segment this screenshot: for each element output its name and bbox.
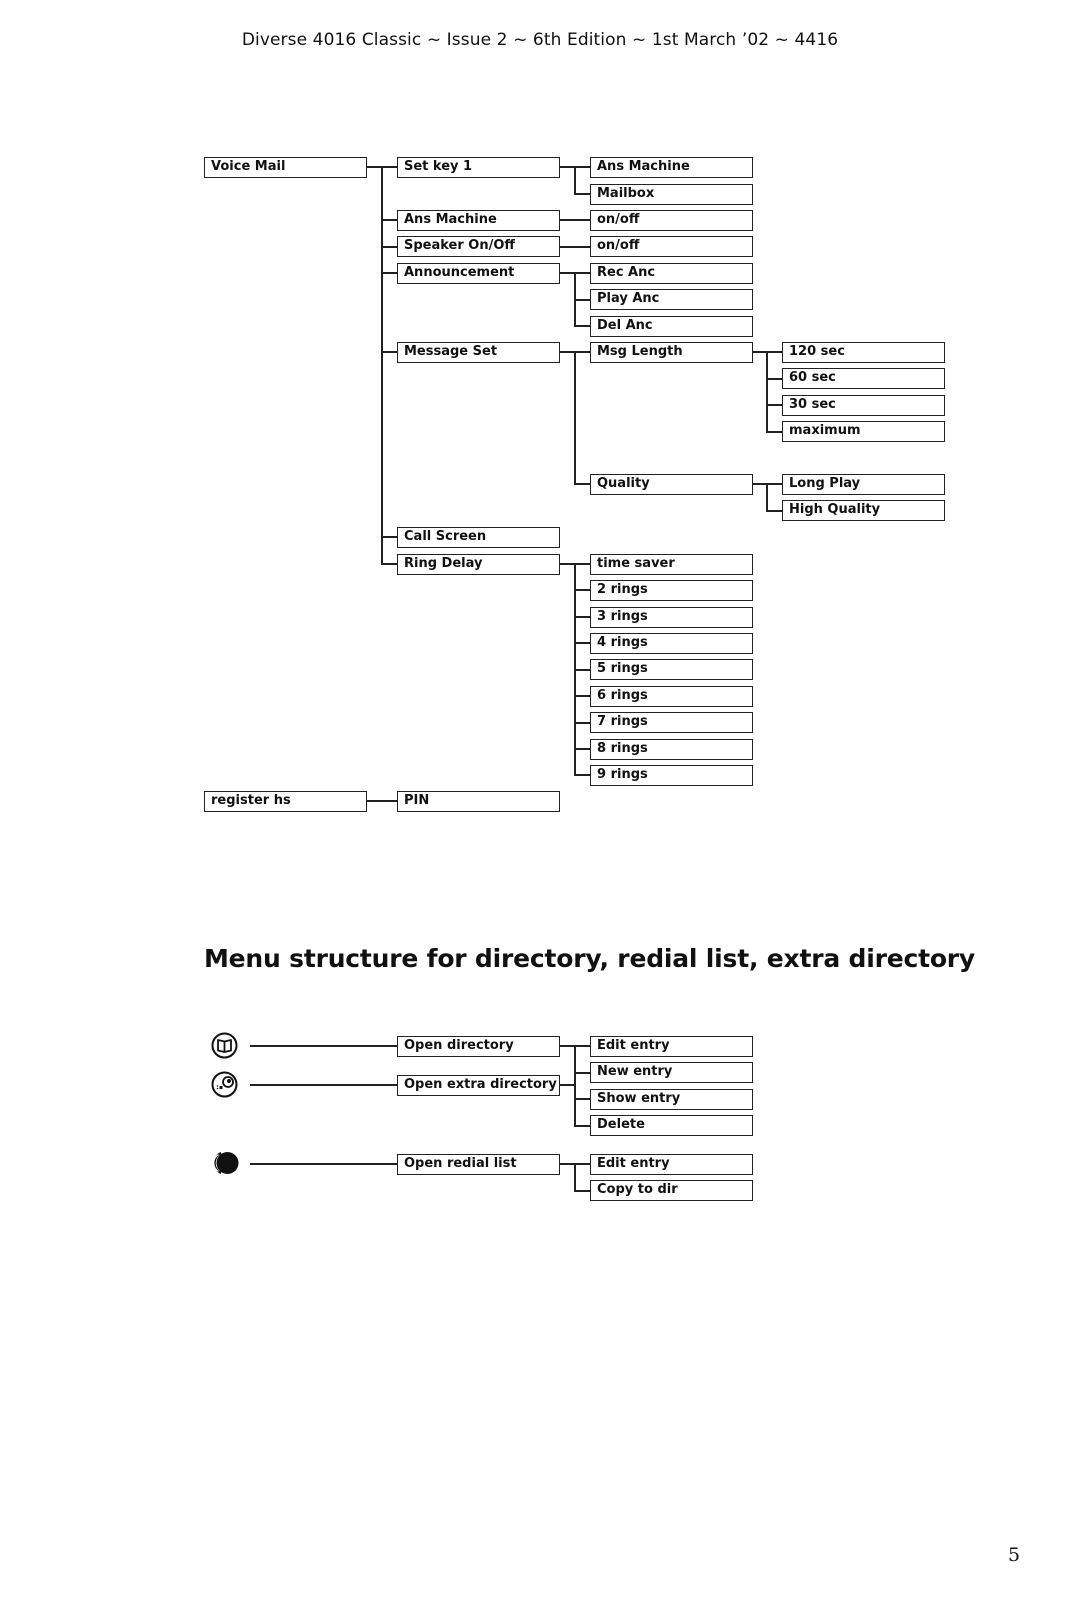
- trunk-line: [574, 166, 576, 194]
- menu-box-3-rings: 3 rings: [590, 607, 753, 628]
- connector-line: [574, 483, 590, 485]
- menu-box-msg-length: Msg Length: [590, 342, 753, 363]
- connector-line: [381, 351, 397, 353]
- menu-box-show-entry: Show entry: [590, 1089, 753, 1110]
- menu-box-edit-entry: Edit entry: [590, 1036, 753, 1057]
- menu-box-30-sec: 30 sec: [782, 395, 945, 416]
- menu-box-high-quality: High Quality: [782, 500, 945, 521]
- menu-box-call-screen: Call Screen: [397, 527, 560, 548]
- connector-line: [574, 722, 590, 724]
- connector-line: [766, 510, 782, 512]
- menu-box-open-redial-list: Open redial list: [397, 1154, 560, 1175]
- menu-box-del-anc: Del Anc: [590, 316, 753, 337]
- connector-line: [560, 246, 590, 248]
- menu-box-register-hs: register hs: [204, 791, 367, 812]
- connector-line: [574, 1125, 590, 1127]
- menu-box-4-rings: 4 rings: [590, 633, 753, 654]
- trunk-line: [766, 351, 768, 432]
- directory-book-icon: [211, 1032, 238, 1059]
- connector-line: [766, 404, 782, 406]
- connector-line: [766, 431, 782, 433]
- connector-line: [574, 325, 590, 327]
- menu-box-rec-anc: Rec Anc: [590, 263, 753, 284]
- menu-box-speaker-on-off-option: on/off: [590, 236, 753, 257]
- connector-line: [574, 774, 590, 776]
- redial-icon: [213, 1152, 239, 1174]
- connector-line: [381, 563, 397, 565]
- connector-line: [574, 616, 590, 618]
- extra-directory-icon: [211, 1071, 238, 1098]
- connector-line: [560, 219, 590, 221]
- trunk-line: [574, 1163, 576, 1191]
- connector-line: [574, 589, 590, 591]
- page-number: 5: [1008, 1544, 1021, 1566]
- menu-box-open-directory: Open directory: [397, 1036, 560, 1057]
- connector-line: [381, 246, 397, 248]
- menu-box-maximum: maximum: [782, 421, 945, 442]
- menu-box-voice-mail: Voice Mail: [204, 157, 367, 178]
- connector-line: [574, 1098, 590, 1100]
- menu-box-pin: PIN: [397, 791, 560, 812]
- menu-box-120-sec: 120 sec: [782, 342, 945, 363]
- menu-box-ring-delay: Ring Delay: [397, 554, 560, 575]
- menu-box-ans-machine: Ans Machine: [397, 210, 560, 231]
- menu-box-redial-edit-entry: Edit entry: [590, 1154, 753, 1175]
- menu-box-5-rings: 5 rings: [590, 659, 753, 680]
- menu-box-8-rings: 8 rings: [590, 739, 753, 760]
- menu-box-7-rings: 7 rings: [590, 712, 753, 733]
- connector-line: [367, 800, 397, 802]
- menu-box-message-set: Message Set: [397, 342, 560, 363]
- menu-box-60-sec: 60 sec: [782, 368, 945, 389]
- connector-line: [381, 219, 397, 221]
- menu-box-time-saver: time saver: [590, 554, 753, 575]
- connector-line: [574, 1190, 590, 1192]
- document-header: Diverse 4016 Classic ~ Issue 2 ~ 6th Edi…: [241, 30, 839, 50]
- connector-line: [574, 642, 590, 644]
- menu-box-delete: Delete: [590, 1115, 753, 1136]
- connector-line: [560, 1084, 575, 1086]
- trunk-line: [574, 351, 576, 485]
- connector-line: [574, 695, 590, 697]
- menu-box-ans-machine-on-off: on/off: [590, 210, 753, 231]
- menu-box-set-key-ans-machine: Ans Machine: [590, 157, 753, 178]
- trunk-line: [574, 1045, 576, 1126]
- trunk-line: [766, 483, 768, 511]
- menu-box-play-anc: Play Anc: [590, 289, 753, 310]
- menu-box-announcement: Announcement: [397, 263, 560, 284]
- menu-box-mailbox: Mailbox: [590, 184, 753, 205]
- menu-box-6-rings: 6 rings: [590, 686, 753, 707]
- connector-line: [574, 748, 590, 750]
- menu-box-set-key-1: Set key 1: [397, 157, 560, 178]
- menu-box-long-play: Long Play: [782, 474, 945, 495]
- menu-box-9-rings: 9 rings: [590, 765, 753, 786]
- menu-box-open-extra-directory: Open extra directory: [397, 1075, 560, 1096]
- connector-line: [574, 193, 590, 195]
- menu-box-copy-to-dir: Copy to dir: [590, 1180, 753, 1201]
- connector-line: [574, 1072, 590, 1074]
- menu-box-new-entry: New entry: [590, 1062, 753, 1083]
- menu-box-2-rings: 2 rings: [590, 580, 753, 601]
- connector-line: [250, 1084, 397, 1086]
- menu-box-speaker-on-off: Speaker On/Off: [397, 236, 560, 257]
- connector-line: [250, 1163, 397, 1165]
- connector-line: [574, 669, 590, 671]
- connector-line: [766, 378, 782, 380]
- connector-line: [381, 272, 397, 274]
- trunk-line: [381, 166, 383, 564]
- menu-box-quality: Quality: [590, 474, 753, 495]
- connector-line: [574, 299, 590, 301]
- section-title: Menu structure for directory, redial lis…: [204, 944, 976, 973]
- connector-line: [250, 1045, 397, 1047]
- connector-line: [381, 536, 397, 538]
